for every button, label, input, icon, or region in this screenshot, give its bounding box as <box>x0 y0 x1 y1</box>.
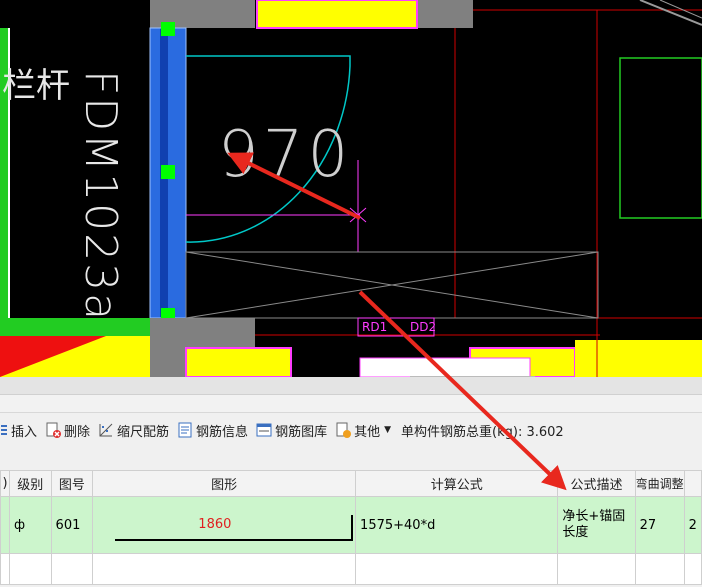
rebar-panel: 插入 删除 缩尺配筋 钢筋信息 钢筋图库 其他 ▼ 单构件钢筋总重(kg): 3… <box>0 377 702 587</box>
delete-button[interactable]: 删除 <box>45 418 90 442</box>
rebar-library-button[interactable]: 钢筋图库 <box>256 418 327 442</box>
rebar-info-button[interactable]: 钢筋信息 <box>177 418 248 442</box>
cad-dimension-value: 970 <box>218 118 353 192</box>
table-row[interactable]: ф 601 1860 195 1575+40*d 净长+锚固长度 27 2 <box>0 496 702 554</box>
scale-rebar-button[interactable]: 缩尺配筋 <box>98 418 169 442</box>
cell-shape[interactable]: 1860 195 <box>92 496 357 554</box>
table-row-empty[interactable] <box>0 553 702 585</box>
delete-label: 删除 <box>64 424 91 440</box>
cell-col0[interactable] <box>0 496 10 554</box>
chevron-down-icon: ▼ <box>384 425 392 435</box>
cad-door-label: FDM1023a <box>75 70 126 323</box>
panel-title-strip <box>0 377 702 395</box>
rebar-library-label: 钢筋图库 <box>275 424 328 440</box>
other-dropdown-button[interactable]: 其他 ▼ <box>335 418 391 442</box>
panel-tab-strip <box>0 395 702 413</box>
cell-formula-desc[interactable]: 净长+锚固长度 <box>557 496 636 554</box>
scale-rebar-icon <box>98 422 114 438</box>
header-col0: ) <box>0 470 10 497</box>
scale-rebar-label: 缩尺配筋 <box>117 424 170 440</box>
other-label: 其他 <box>354 424 381 440</box>
cad-tag-rd1: RD1 <box>362 320 388 334</box>
header-bend-adjust: 弯曲调整 <box>634 470 685 497</box>
rebar-library-icon <box>256 422 272 438</box>
rebar-table: ) 级别 图号 图形 计算公式 公式描述 弯曲调整 ф 601 1860 157… <box>0 470 702 585</box>
insert-label: 插入 <box>11 424 38 440</box>
rebar-shape-hook <box>351 515 354 541</box>
cell-grade[interactable]: ф <box>9 496 52 554</box>
rebar-shape-line <box>115 539 354 541</box>
cell-next[interactable]: 2 <box>683 496 702 554</box>
rebar-info-icon <box>177 422 193 438</box>
cad-partial-label: 栏杆 <box>2 66 70 106</box>
other-icon <box>335 422 352 438</box>
header-shape: 图形 <box>92 470 357 497</box>
table-header-row: ) 级别 图号 图形 计算公式 公式描述 弯曲调整 <box>0 470 702 497</box>
header-formula: 计算公式 <box>355 470 559 497</box>
header-next <box>683 470 702 497</box>
cad-tag-dd2: DD2 <box>410 320 437 334</box>
cell-bend-adjust[interactable]: 27 <box>634 496 685 554</box>
header-grade: 级别 <box>9 470 52 497</box>
header-shape-no: 图号 <box>50 470 94 497</box>
rebar-shape-drawing: 1860 195 <box>93 497 355 553</box>
rebar-toolbar: 插入 删除 缩尺配筋 钢筋信息 钢筋图库 其他 ▼ 单构件钢筋总重(kg): 3… <box>0 413 702 447</box>
rebar-info-label: 钢筋信息 <box>196 424 249 440</box>
rebar-shape-length: 1860 <box>198 517 232 532</box>
total-weight-readout: 单构件钢筋总重(kg): 3.602 <box>401 424 564 440</box>
cell-shape-no[interactable]: 601 <box>50 496 94 554</box>
cad-drawing-canvas[interactable]: 栏杆 FDM1023a 970 RD1 DD2 <box>0 0 702 377</box>
insert-icon <box>0 422 8 438</box>
insert-button[interactable]: 插入 <box>0 418 37 442</box>
header-formula-desc: 公式描述 <box>557 470 636 497</box>
cell-formula[interactable]: 1575+40*d <box>355 496 559 554</box>
delete-icon <box>45 422 62 438</box>
